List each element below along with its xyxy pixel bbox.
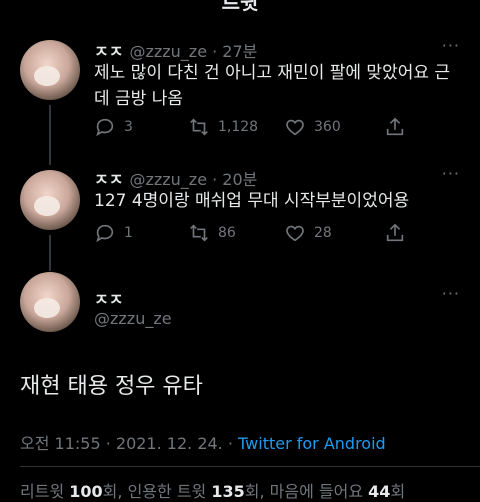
retweet-icon [190,224,208,242]
tweet-header: ㅈㅈ @zzzu_ze · 20분 [94,170,258,189]
author-handle[interactable]: @zzzu_ze [129,42,207,61]
tweet-meta: 오전 11:55 · 2021. 12. 24. · Twitter for A… [20,430,386,454]
author-handle[interactable]: @zzzu_ze [129,170,207,189]
quotes-label: 인용한 트윗 [127,482,207,501]
retweet-button[interactable]: 1,128 [188,116,258,138]
tweet-text: 제노 많이 다친 건 아니고 재민이 팔에 맞았어요 근데 금방 나옴 [94,63,451,109]
author-name[interactable]: ㅈㅈ [94,42,123,61]
tweet-text: 재현 태용 정우 유타 [20,374,203,399]
divider [20,466,480,467]
reply-count: 1 [124,225,133,241]
share-icon [386,223,404,242]
share-button[interactable] [384,116,414,138]
tweet-timestamp: 오전 11:55 · 2021. 12. 24. · [20,434,239,453]
share-button[interactable] [384,222,414,244]
author-name[interactable]: ㅈㅈ [94,286,123,310]
quotes-unit: 회 [244,482,260,501]
reply-button[interactable]: 1 [94,222,133,244]
likes-label: 마음에 들어요 [269,482,364,501]
page-title: 트윗 [221,0,259,14]
like-count: 28 [314,225,332,241]
tweet-actions: 3 1,128 360 [94,116,434,140]
share-icon [386,117,404,136]
tweet-text: 127 4명이랑 매쉬업 무대 시작부분이었어용 [94,191,410,211]
reply-count: 3 [124,119,133,135]
likes-count: 44 [368,482,391,501]
like-button[interactable]: 28 [284,222,332,244]
tweet-header: ㅈㅈ @zzzu_ze · 27분 [94,42,258,61]
more-options-button[interactable]: ··· [442,36,460,55]
top-bar: 트윗 [0,0,480,14]
reply-icon [96,118,114,137]
more-options-button[interactable]: ··· [442,164,460,183]
tweet-time[interactable]: 27분 [222,42,257,61]
reply-icon [96,224,114,243]
heart-icon [286,119,304,136]
avatar[interactable] [20,40,80,100]
retweet-icon [190,118,208,136]
client-link[interactable]: Twitter for Android [238,434,386,453]
tweet-time[interactable]: 20분 [222,170,257,189]
heart-icon [286,225,304,242]
retweet-count: 1,128 [218,119,259,135]
likes-stat[interactable]: 마음에 들어요 44회 [270,482,406,501]
quotes-stat[interactable]: 인용한 트윗 135회 [128,482,260,501]
avatar[interactable] [20,272,80,332]
retweet-count: 86 [218,225,236,241]
avatar[interactable] [20,170,80,230]
retweets-count: 100 [69,482,103,501]
thread-line [49,105,51,165]
retweets-stat[interactable]: 리트윗 100회 [20,482,117,501]
tweet-actions: 1 86 28 [94,222,434,246]
like-count: 360 [314,119,341,135]
retweets-unit: 회 [102,482,118,501]
reply-button[interactable]: 3 [94,116,133,138]
author-name[interactable]: ㅈㅈ [94,170,123,189]
retweets-label: 리트윗 [20,482,65,501]
more-options-button[interactable]: ··· [442,284,460,303]
retweet-button[interactable]: 86 [188,222,236,244]
quotes-count: 135 [211,482,245,501]
like-button[interactable]: 360 [284,116,341,138]
thread-line [49,235,51,271]
author-handle[interactable]: @zzzu_ze [94,309,172,328]
likes-unit: 회 [390,482,406,501]
tweet-stats: 리트윗 100회, 인용한 트윗 135회, 마음에 들어요 44회 [20,482,406,501]
